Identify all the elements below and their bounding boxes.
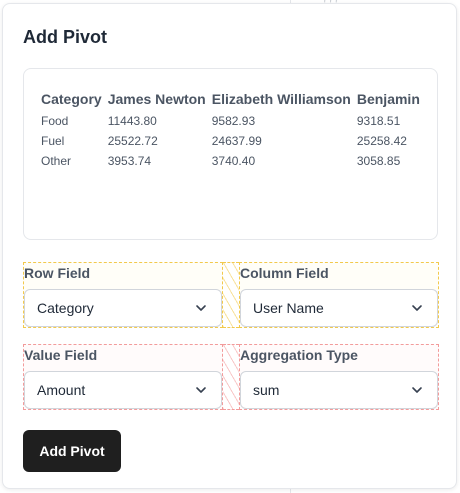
row-field-select[interactable]: Category — [24, 289, 222, 327]
pivot-preview: Category James Newton Elizabeth Williams… — [23, 68, 438, 240]
preview-row: Other 3953.74 3740.40 3058.85 — [41, 151, 426, 171]
column-field-label: Column Field — [240, 265, 329, 281]
value-gap-spacer — [223, 344, 239, 410]
add-pivot-dialog: Add Pivot Category James Newton Elizabet… — [2, 3, 457, 489]
chevron-down-icon — [412, 387, 422, 393]
chevron-down-icon — [196, 305, 206, 311]
preview-cell: 25522.72 — [107, 134, 158, 148]
dialog-title: Add Pivot — [23, 27, 107, 47]
preview-cell: 11443.80 — [107, 114, 157, 128]
preview-cell: Fuel — [41, 134, 65, 148]
add-pivot-button[interactable]: Add Pivot — [23, 430, 121, 472]
preview-header-cell: Category — [41, 91, 102, 107]
row-field-label: Row Field — [24, 265, 91, 281]
aggregation-type-label: Aggregation Type — [240, 347, 358, 363]
value-field-group: Value Field Amount — [23, 344, 223, 410]
preview-cell: 3953.74 — [107, 154, 152, 168]
row-field-value: Category — [37, 300, 94, 316]
row-field-group: Row Field Category — [23, 262, 223, 328]
preview-header-cell: James Newton — [107, 91, 206, 107]
preview-row: Fuel 25522.72 24637.99 25258.42 — [41, 131, 426, 151]
preview-cell: 25258.42 — [356, 134, 407, 148]
value-field-label: Value Field — [24, 347, 98, 363]
pivot-preview-table: Category James Newton Elizabeth Williams… — [41, 89, 426, 171]
aggregation-type-value: sum — [253, 382, 280, 398]
chevron-down-icon — [196, 387, 206, 393]
value-field-value: Amount — [37, 382, 86, 398]
preview-row: Food 11443.80 9582.93 9318.51 — [41, 111, 426, 131]
preview-cell: Food — [41, 114, 69, 128]
chevron-down-icon — [412, 305, 422, 311]
preview-cell: Other — [41, 154, 72, 168]
preview-header-cell: Elizabeth Williamson — [211, 91, 351, 107]
row-gap-spacer — [223, 262, 239, 328]
preview-cell: 9582.93 — [211, 114, 256, 128]
preview-cell: 9318.51 — [356, 114, 401, 128]
preview-cell: 24637.99 — [211, 134, 262, 148]
preview-cell: 3740.40 — [211, 154, 256, 168]
column-field-value: User Name — [253, 300, 324, 316]
preview-header-cell: Benjamin — [356, 91, 420, 107]
preview-cell: 3058.85 — [356, 154, 401, 168]
preview-header-row: Category James Newton Elizabeth Williams… — [41, 89, 426, 111]
column-field-group: Column Field User Name — [239, 262, 439, 328]
aggregation-type-select[interactable]: sum — [240, 371, 438, 409]
value-field-select[interactable]: Amount — [24, 371, 222, 409]
column-field-select[interactable]: User Name — [240, 289, 438, 327]
aggregation-type-group: Aggregation Type sum — [239, 344, 439, 410]
